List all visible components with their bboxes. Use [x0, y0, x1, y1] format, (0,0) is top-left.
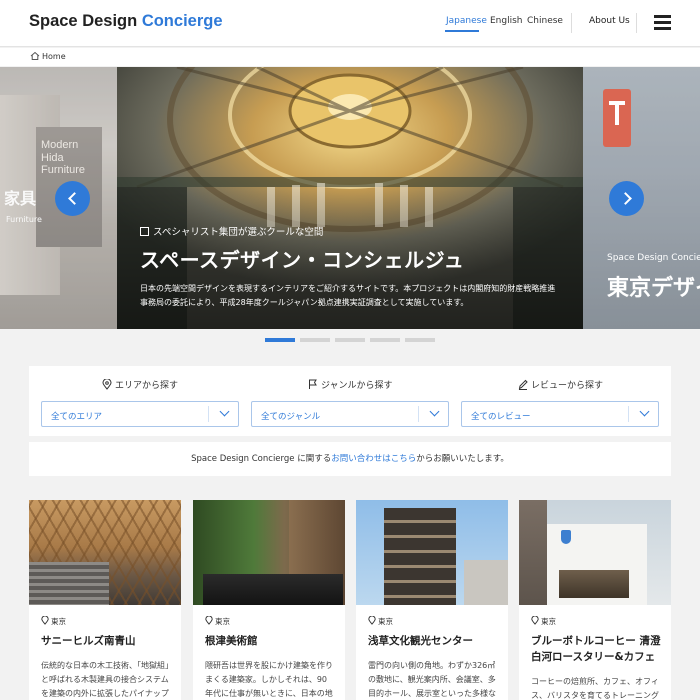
lang-english[interactable]: English	[490, 16, 523, 26]
site-logo[interactable]: Space Design Concierge	[29, 12, 223, 31]
card-thumbnail	[193, 500, 345, 605]
pencil-icon	[518, 379, 528, 390]
card-title: 根津美術館	[205, 635, 258, 647]
card-area-text: 東京	[215, 617, 230, 626]
map-pin-icon	[368, 615, 376, 625]
logo-accent-text: Concierge	[141, 12, 223, 30]
next-slide-subtitle: Space Design Concierge	[607, 253, 700, 263]
map-pin-icon	[41, 615, 49, 625]
review-select[interactable]: 全てのレビュー	[461, 401, 659, 427]
card-area-text: 東京	[378, 617, 393, 626]
card-area: 東京	[531, 615, 556, 627]
search-panel: エリアから探す ジャンルから探す レビューから探す 全てのエリア 全てのジャンル…	[29, 366, 671, 436]
card-thumbnail	[356, 500, 508, 605]
card-title: ブルーボトルコーヒー 清澄白河ロースタリー&カフェ	[531, 635, 661, 663]
card-description: 伝統的な日本の木工技術、「地獄組」と呼ばれる木製建具の接合システムを建築の内外に…	[41, 661, 169, 698]
area-select-value: 全てのエリア	[51, 412, 103, 422]
contact-notice: Space Design Concierge に関するお問い合わせはこちらからお…	[29, 442, 671, 476]
card-description: コーヒーの焙煎所、カフェ、オフィス、バリスタを育てるトレーニングルームと	[531, 677, 659, 700]
carousel-dot-1[interactable]	[265, 338, 295, 342]
contact-prefix: Space Design Concierge に関する	[191, 454, 332, 464]
card-title: サニーヒルズ南青山	[41, 635, 136, 647]
carousel-prev-button[interactable]	[55, 181, 90, 216]
chevron-down-icon	[429, 406, 440, 417]
flag-icon	[309, 379, 317, 389]
hero-title: スペースデザイン・コンシェルジュ	[140, 248, 465, 272]
breadcrumb-home[interactable]: Home	[42, 52, 66, 61]
area-select[interactable]: 全てのエリア	[41, 401, 239, 427]
carousel-next-button[interactable]	[609, 181, 644, 216]
map-pin-icon	[531, 615, 539, 625]
lang-japanese[interactable]: Japanese	[446, 16, 487, 26]
review-select-value: 全てのレビュー	[471, 412, 531, 422]
logo-main-text: Space Design	[29, 12, 138, 30]
card-area-text: 東京	[51, 617, 66, 626]
card-area: 東京	[205, 615, 230, 627]
genre-search-label-text: ジャンルから探す	[321, 381, 393, 391]
hero-description: 日本の先端空間デザインを表現するインテリアをご紹介するサイトです。本プロジェクト…	[140, 284, 556, 307]
area-search-label: エリアから探す	[102, 378, 178, 391]
card-thumbnail	[519, 500, 671, 605]
menu-icon[interactable]	[654, 15, 671, 30]
map-pin-icon	[205, 615, 213, 625]
place-card[interactable]: 東京 ブルーボトルコーヒー 清澄白河ロースタリー&カフェ コーヒーの焙煎所、カフ…	[519, 500, 671, 700]
bottle-logo-icon	[561, 530, 571, 544]
carousel-dot-5[interactable]	[405, 338, 435, 342]
card-title: 浅草文化観光センター	[368, 635, 473, 647]
card-area-text: 東京	[541, 617, 556, 626]
bookmark-icon	[140, 227, 149, 236]
carousel-dot-2[interactable]	[300, 338, 330, 342]
carousel-dot-3[interactable]	[335, 338, 365, 342]
hero-subtitle-text: スペシャリスト集団が選ぶクールな空間	[153, 227, 324, 238]
map-pin-icon	[102, 378, 112, 390]
place-card[interactable]: 東京 サニーヒルズ南青山 伝統的な日本の木工技術、「地獄組」と呼ばれる木製建具の…	[29, 500, 181, 700]
contact-suffix: からお願いいたします。	[416, 454, 509, 464]
review-search-label-text: レビューから探す	[531, 381, 604, 391]
carousel-dot-4[interactable]	[370, 338, 400, 342]
genre-select[interactable]: 全てのジャンル	[251, 401, 449, 427]
chevron-down-icon	[219, 406, 230, 417]
header-divider	[636, 13, 637, 33]
breadcrumb: Home	[0, 48, 700, 66]
review-search-label: レビューから探す	[518, 378, 603, 391]
place-card[interactable]: 東京 浅草文化観光センター 雷門の向い側の角地。わずか326㎡の敷地に、観光案内…	[356, 500, 508, 700]
chevron-down-icon	[639, 406, 650, 417]
lang-chinese[interactable]: Chinese	[527, 16, 563, 26]
card-description: 雷門の向い側の角地。わずか326㎡の敷地に、観光案内所、会議室、多目的ホール、展…	[368, 661, 496, 698]
hero-carousel: Modern Hida Furniture 家具 Furniture Space…	[0, 67, 700, 329]
contact-link[interactable]: お問い合わせはこちら	[331, 454, 416, 464]
home-icon	[30, 51, 40, 60]
hero-subtitle: スペシャリスト集団が選ぶクールな空間	[140, 224, 323, 238]
active-lang-underline	[445, 30, 479, 32]
area-search-label-text: エリアから探す	[115, 381, 179, 391]
genre-select-value: 全てのジャンル	[261, 412, 321, 422]
card-thumbnail	[29, 500, 181, 605]
site-header: Space Design Concierge Japanese English …	[0, 0, 700, 47]
genre-search-label: ジャンルから探す	[308, 378, 393, 391]
card-area: 東京	[368, 615, 393, 627]
card-area: 東京	[41, 615, 66, 627]
card-description: 隈研吾は世界を股にかけ建築を作りまくる建築家。しかしそれは、90年代に仕事が無い…	[205, 661, 333, 698]
place-card[interactable]: 東京 根津美術館 隈研吾は世界を股にかけ建築を作りまくる建築家。しかしそれは、9…	[193, 500, 345, 700]
about-us-link[interactable]: About Us	[589, 16, 630, 26]
header-divider	[571, 13, 572, 33]
next-slide-title: 東京デザイ	[607, 276, 700, 301]
